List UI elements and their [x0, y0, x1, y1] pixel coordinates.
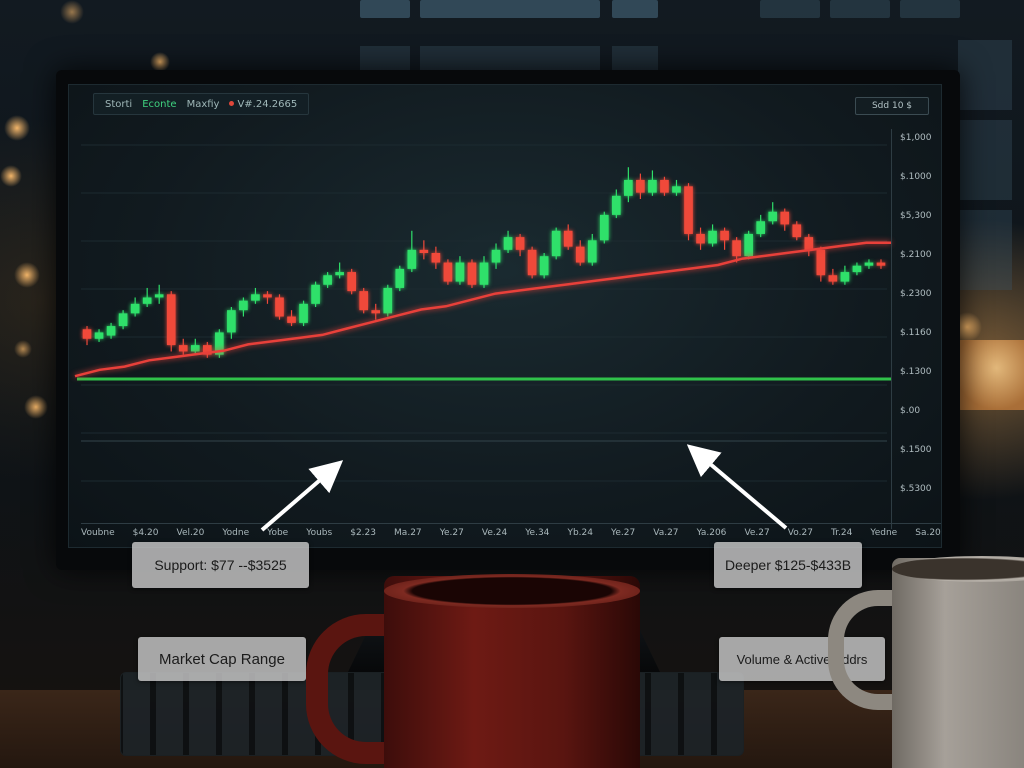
deeper-arrow-icon	[686, 444, 788, 530]
photo-scene: Storti Econte Maxfiy V#.24.2665 Sdd 10 $…	[0, 0, 1024, 768]
red-mug-rim	[384, 574, 640, 608]
support-arrow-icon	[260, 460, 344, 532]
white-mug	[892, 558, 1024, 768]
